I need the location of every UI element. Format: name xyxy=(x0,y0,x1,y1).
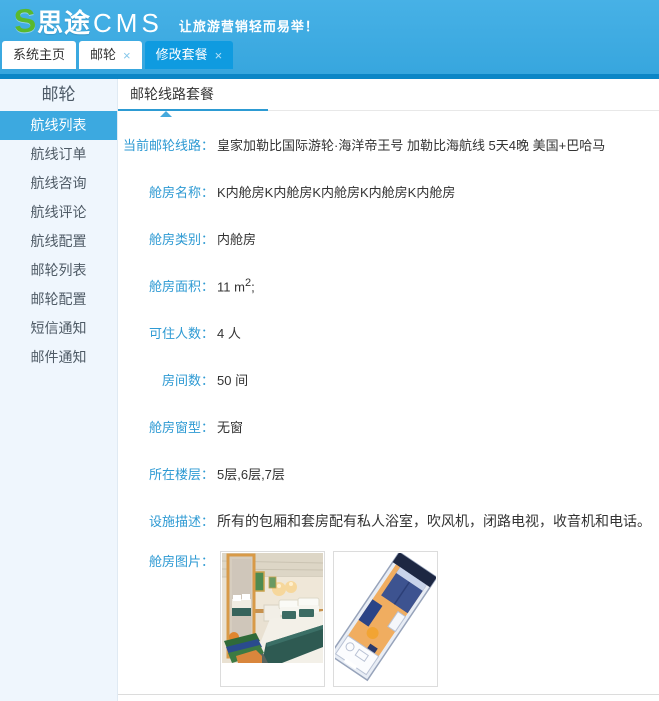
cabin-floorplan-svg xyxy=(335,553,436,685)
top-header-bar: S思途CMS 让旅游营销轻而易举！ 系统主页 邮轮 × 修改套餐 × xyxy=(0,0,659,74)
tab-label: 邮轮 xyxy=(90,41,116,69)
tab-label: 系统主页 xyxy=(13,41,65,69)
field-value: 皇家加勒比国际游轮·海洋帝王号 加勒比海航线 5天4晚 美国+巴哈马 xyxy=(217,135,605,154)
tab-modify-package[interactable]: 修改套餐 × xyxy=(145,41,234,69)
brand-row: S思途CMS 让旅游营销轻而易举！ xyxy=(0,0,659,42)
field-current-route: 当前邮轮线路： 皇家加勒比国际游轮·海洋帝王号 加勒比海航线 5天4晚 美国+巴… xyxy=(122,121,659,168)
situ-cms-logo[interactable]: S思途CMS xyxy=(14,3,163,40)
cabin-floorplan-image xyxy=(333,551,438,687)
field-value: 4 人 xyxy=(217,323,241,342)
field-room-count: 房间数： 50 间 xyxy=(122,356,659,403)
close-icon[interactable]: × xyxy=(215,49,223,62)
field-cabin-images: 舱房图片： xyxy=(122,551,659,691)
field-label: 当前邮轮线路： xyxy=(122,135,214,154)
field-value: 内舱房 xyxy=(217,229,256,248)
tab-cruise[interactable]: 邮轮 × xyxy=(79,41,142,69)
cabin-interior-photo xyxy=(220,551,325,687)
content-subtab-bar: 邮轮线路套餐 xyxy=(118,79,659,111)
field-floors: 所在楼层： 5层,6层,7层 xyxy=(122,450,659,497)
subtab-cruise-route-package[interactable]: 邮轮线路套餐 xyxy=(118,79,268,111)
area-number: 11 m xyxy=(217,279,245,294)
sidebar-item-cruise-config[interactable]: 邮轮配置 xyxy=(0,285,117,314)
field-value: 5层,6层,7层 xyxy=(217,464,285,483)
field-occupancy: 可住人数： 4 人 xyxy=(122,309,659,356)
field-value: K内舱房K内舱房K内舱房K内舱房K内舱房 xyxy=(217,182,455,201)
logo-brand-text: 思途 xyxy=(37,3,91,40)
field-value: 无窗 xyxy=(217,417,243,436)
sidebar: 邮轮 航线列表 航线订单 航线咨询 航线评论 航线配置 邮轮列表 邮轮配置 短信… xyxy=(0,79,118,701)
area-suffix: ; xyxy=(251,279,255,294)
sidebar-item-email-notice[interactable]: 邮件通知 xyxy=(0,343,117,372)
main-content-panel: 邮轮线路套餐 当前邮轮线路： 皇家加勒比国际游轮·海洋帝王号 加勒比海航线 5天… xyxy=(118,79,659,701)
field-value: 50 间 xyxy=(217,370,248,389)
field-label: 所在楼层： xyxy=(122,464,214,483)
field-cabin-name: 舱房名称： K内舱房K内舱房K内舱房K内舱房K内舱房 xyxy=(122,168,659,215)
logo-s-icon: S xyxy=(13,5,37,36)
window-tab-bar: 系统主页 邮轮 × 修改套餐 × xyxy=(2,41,233,69)
field-label: 舱房窗型： xyxy=(122,417,214,436)
field-value: 11 m2; xyxy=(217,277,255,294)
field-window-type: 舱房窗型： 无窗 xyxy=(122,403,659,450)
cabin-interior-photo-image xyxy=(222,553,323,663)
sidebar-item-route-list[interactable]: 航线列表 xyxy=(0,111,117,140)
tab-label: 修改套餐 xyxy=(156,41,208,69)
sidebar-item-sms-notice[interactable]: 短信通知 xyxy=(0,314,117,343)
field-label: 舱房图片： xyxy=(122,551,214,570)
sidebar-item-route-inquiries[interactable]: 航线咨询 xyxy=(0,169,117,198)
field-label: 舱房面积： xyxy=(122,276,214,295)
field-label: 舱房类别： xyxy=(122,229,214,248)
field-facilities-description: 设施描述： 所有的包厢和套房配有私人浴室，吹风机，闭路电视，收音机和电话。 xyxy=(122,497,659,544)
active-subtab-caret-icon xyxy=(160,111,172,117)
field-label: 可住人数： xyxy=(122,323,214,342)
field-cabin-category: 舱房类别： 内舱房 xyxy=(122,215,659,262)
field-label: 舱房名称： xyxy=(122,182,214,201)
field-label: 设施描述： xyxy=(122,511,214,530)
field-value: 所有的包厢和套房配有私人浴室，吹风机，闭路电视，收音机和电话。 xyxy=(217,511,651,531)
field-label: 房间数： xyxy=(122,370,214,389)
cabin-detail-form: 当前邮轮线路： 皇家加勒比国际游轮·海洋帝王号 加勒比海航线 5天4晚 美国+巴… xyxy=(118,111,659,691)
sidebar-item-route-orders[interactable]: 航线订单 xyxy=(0,140,117,169)
tab-system-home[interactable]: 系统主页 xyxy=(2,41,76,69)
close-icon[interactable]: × xyxy=(123,49,131,62)
sidebar-item-cruise-list[interactable]: 邮轮列表 xyxy=(0,256,117,285)
content-bottom-divider xyxy=(118,694,659,695)
sidebar-item-route-comments[interactable]: 航线评论 xyxy=(0,198,117,227)
brand-tagline: 让旅游营销轻而易举！ xyxy=(179,8,319,35)
sidebar-item-route-config[interactable]: 航线配置 xyxy=(0,227,117,256)
sidebar-section-title: 邮轮 xyxy=(0,79,117,111)
logo-cms-text: CMS xyxy=(93,8,163,39)
field-cabin-area: 舱房面积： 11 m2; xyxy=(122,262,659,309)
